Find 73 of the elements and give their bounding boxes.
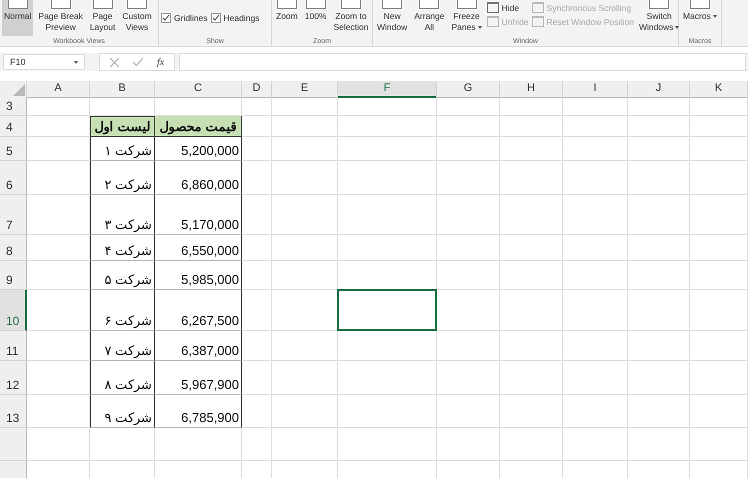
- ribbon-button[interactable]: Page Layout: [88, 0, 118, 36]
- column-header[interactable]: A: [27, 81, 90, 98]
- table-cell[interactable]: شرکت ۶: [90, 290, 155, 331]
- column-header[interactable]: J: [628, 81, 690, 98]
- checkmark-icon: [162, 14, 170, 22]
- row-header[interactable]: 10: [0, 290, 27, 331]
- row-header[interactable]: 4: [0, 116, 27, 137]
- table-cell[interactable]: شرکت ۲: [90, 161, 155, 195]
- row-header[interactable]: 7: [0, 195, 27, 235]
- table-cell[interactable]: 6,860,000: [155, 161, 242, 195]
- row-header[interactable]: 5: [0, 137, 27, 161]
- ribbon-button[interactable]: Zoom to Selection: [331, 0, 370, 36]
- row-header[interactable]: 12: [0, 361, 27, 395]
- formula-input[interactable]: [179, 53, 746, 71]
- row-header[interactable]: [0, 428, 27, 461]
- ribbon-icon: [8, 0, 28, 9]
- column-header[interactable]: B: [90, 81, 155, 98]
- row-header[interactable]: 11: [0, 331, 27, 361]
- ribbon-button[interactable]: Arrange All: [412, 0, 446, 36]
- table-cell[interactable]: 6,550,000: [155, 235, 242, 261]
- ribbon-button[interactable]: Zoom: [274, 0, 300, 36]
- column-header[interactable]: K: [690, 81, 748, 98]
- row-header[interactable]: 6: [0, 161, 27, 195]
- ribbon-button[interactable]: Freeze Panes: [449, 0, 484, 36]
- column-header[interactable]: G: [437, 81, 500, 98]
- ribbon-button[interactable]: 100%: [302, 0, 328, 36]
- row-header[interactable]: 9: [0, 261, 27, 290]
- table-cell[interactable]: لیست اول: [90, 116, 155, 137]
- table-cell[interactable]: 6,267,500: [155, 290, 242, 331]
- table-cell[interactable]: شرکت ۳: [90, 195, 155, 235]
- column-header[interactable]: H: [500, 81, 563, 98]
- ribbon-button[interactable]: Page Break Preview: [36, 0, 85, 36]
- table-cell[interactable]: 5,985,000: [155, 261, 242, 290]
- table-cell[interactable]: شرکت ۷: [90, 331, 155, 361]
- table-cell[interactable]: 5,170,000: [155, 195, 242, 235]
- table-cell[interactable]: شرکت ۱: [90, 137, 155, 161]
- window-icon: [486, 16, 499, 27]
- row-header[interactable]: 13: [0, 395, 27, 428]
- checkmark-icon: [212, 14, 220, 22]
- triangle-icon: [13, 84, 25, 96]
- window-icon: [532, 16, 544, 27]
- insert-function-button[interactable]: fx: [157, 56, 164, 68]
- ribbon-button[interactable]: Macros: [681, 0, 719, 36]
- table-cell[interactable]: شرکت ۸: [90, 361, 155, 395]
- table-cell[interactable]: شرکت ۵: [90, 261, 155, 290]
- name-box[interactable]: F10: [3, 54, 85, 70]
- table-cell[interactable]: 6,387,000: [155, 331, 242, 361]
- ribbon-button[interactable]: Normal: [2, 0, 34, 36]
- checkbox[interactable]: Gridlines: [161, 13, 208, 23]
- window-icon: [486, 2, 499, 13]
- table-cell[interactable]: 5,967,900: [155, 361, 242, 395]
- row-header[interactable]: 3: [0, 97, 27, 116]
- ribbon-button[interactable]: New Window: [375, 0, 410, 36]
- select-all-corner[interactable]: [0, 81, 27, 98]
- window-icon: [532, 2, 544, 13]
- column-header[interactable]: D: [242, 81, 272, 98]
- ribbon-button[interactable]: Custom Views: [120, 0, 154, 36]
- ribbon-button[interactable]: Switch Windows: [636, 0, 682, 36]
- table-cell[interactable]: 6,785,900: [155, 395, 242, 428]
- table-cell[interactable]: قیمت محصول: [155, 116, 242, 137]
- column-header[interactable]: I: [563, 81, 628, 98]
- caret-icon: [74, 60, 78, 64]
- cancel-icon[interactable]: [110, 58, 119, 66]
- checkmark-icon[interactable]: [133, 58, 143, 66]
- column-header[interactable]: C: [155, 81, 242, 98]
- row-header[interactable]: 8: [0, 235, 27, 261]
- checkbox[interactable]: Headings: [210, 13, 260, 23]
- column-header[interactable]: F: [338, 81, 437, 98]
- ribbon-button[interactable]: Hide: [486, 2, 529, 13]
- table-cell[interactable]: 5,200,000: [155, 137, 242, 161]
- table-cell[interactable]: شرکت ۹: [90, 395, 155, 428]
- table-cell[interactable]: شرکت ۴: [90, 235, 155, 261]
- column-header[interactable]: E: [272, 81, 338, 98]
